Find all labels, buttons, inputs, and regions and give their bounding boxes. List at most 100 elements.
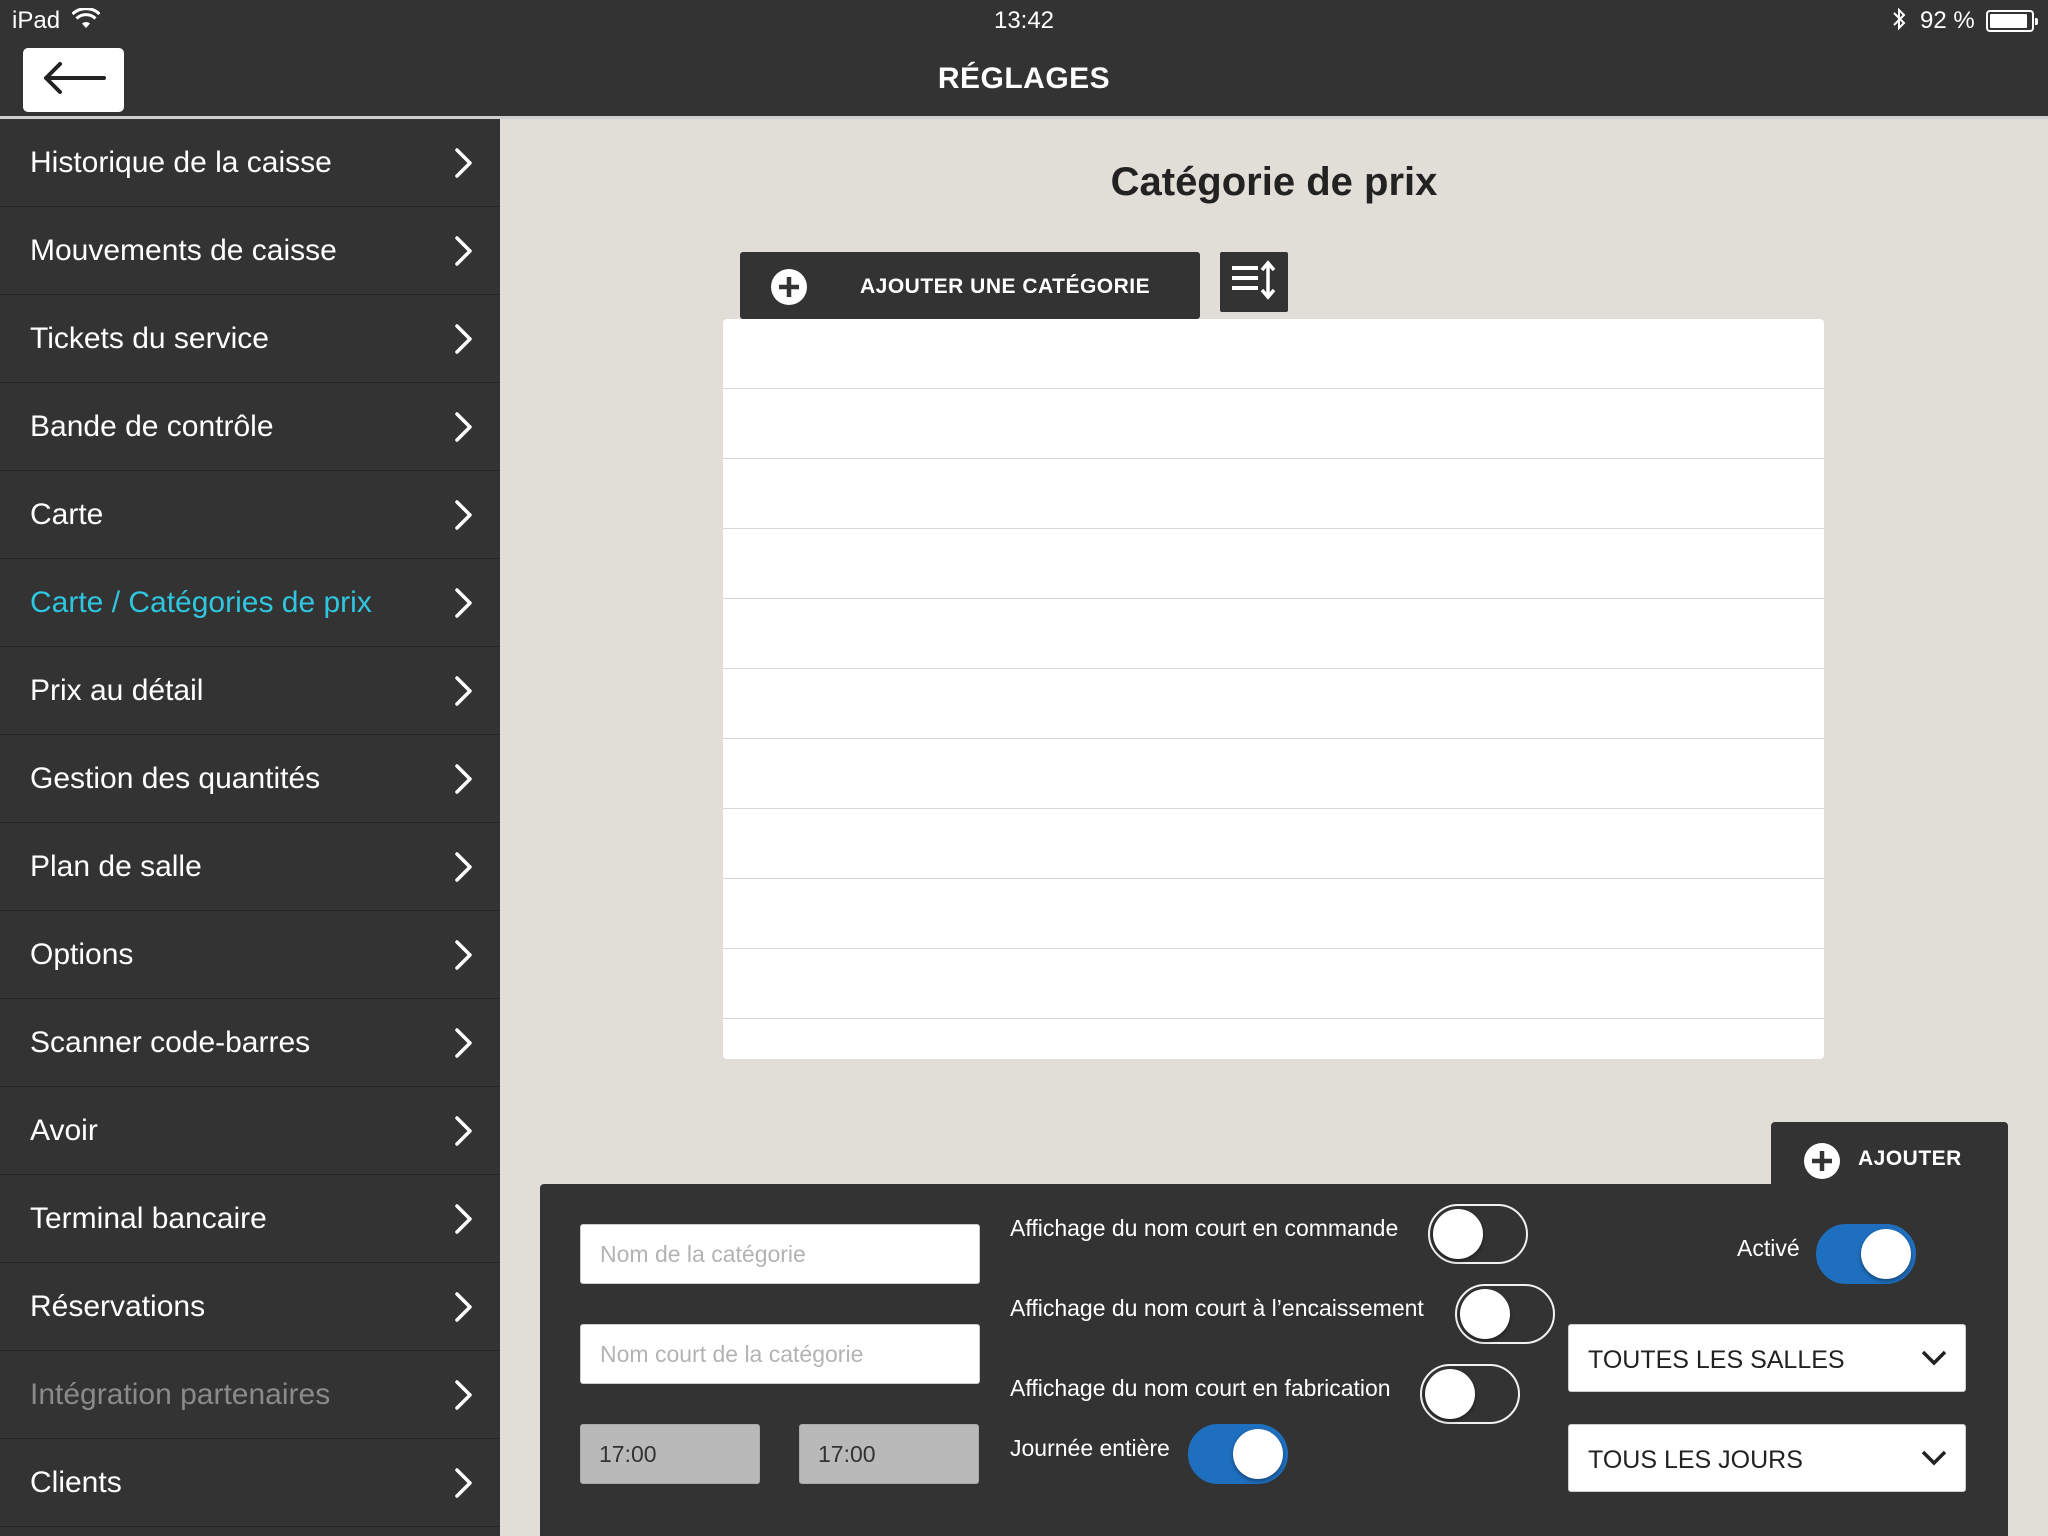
category-short-name-input[interactable] <box>580 1324 980 1384</box>
start-time-input[interactable] <box>580 1424 760 1484</box>
toggle-knob <box>1425 1369 1475 1419</box>
chevron-right-icon <box>454 1467 474 1504</box>
active-label: Activé <box>1737 1235 1800 1261</box>
sidebar-item-label: Carte / Catégories de prix <box>30 585 372 619</box>
full-day-toggle[interactable] <box>1188 1424 1288 1484</box>
toggle-knob <box>1460 1289 1510 1339</box>
chevron-down-icon <box>1921 1449 1947 1472</box>
sidebar-item-label: Avoir <box>30 1113 98 1147</box>
sidebar-item[interactable]: Carte / Catégories de prix <box>0 559 500 647</box>
list-item[interactable] <box>723 319 1824 389</box>
sidebar-item[interactable]: Prix au détail <box>0 647 500 735</box>
chevron-right-icon <box>454 1291 474 1328</box>
page-title: RÉGLAGES <box>937 62 1111 95</box>
list-item[interactable] <box>723 459 1824 529</box>
sidebar-item[interactable]: Carte <box>0 471 500 559</box>
rooms-select[interactable]: TOUTES LES SALLES <box>1568 1324 1966 1392</box>
short-name-kitchen-toggle[interactable] <box>1420 1364 1520 1424</box>
sidebar-item-label: Scanner code-barres <box>30 1025 311 1059</box>
plus-circle-icon <box>770 268 808 311</box>
chevron-right-icon <box>454 323 474 360</box>
add-button[interactable]: AJOUTER <box>1771 1122 2008 1188</box>
status-time: 13:42 <box>993 7 1055 34</box>
short-name-order-toggle[interactable] <box>1428 1204 1528 1264</box>
days-select-value: TOUS LES JOURS <box>1588 1446 1803 1474</box>
sort-button[interactable] <box>1220 252 1288 312</box>
sidebar-item[interactable]: Réservations <box>0 1263 500 1351</box>
sidebar-item-label: Options <box>30 937 134 971</box>
chevron-right-icon <box>454 1027 474 1064</box>
chevron-right-icon <box>454 851 474 888</box>
sidebar-item[interactable]: Mouvements de caisse <box>0 207 500 295</box>
sidebar-item-label: Prix au détail <box>30 673 204 707</box>
sidebar-item[interactable]: Bande de contrôle <box>0 383 500 471</box>
sidebar-item-label: Terminal bancaire <box>30 1201 267 1235</box>
sidebar-item[interactable]: Plan de salle <box>0 823 500 911</box>
list-item[interactable] <box>723 879 1824 949</box>
chevron-right-icon <box>454 939 474 976</box>
chevron-right-icon <box>454 1115 474 1152</box>
add-category-label: AJOUTER UNE CATÉGORIE <box>860 275 1151 298</box>
plus-circle-icon <box>1803 1142 1841 1185</box>
end-time-input[interactable] <box>799 1424 979 1484</box>
list-item[interactable] <box>723 389 1824 459</box>
days-select[interactable]: TOUS LES JOURS <box>1568 1424 1966 1492</box>
sidebar-item-label: Intégration partenaires <box>30 1377 331 1411</box>
toggle-knob <box>1433 1209 1483 1259</box>
chevron-right-icon <box>454 763 474 800</box>
bluetooth-icon <box>1891 7 1907 38</box>
chevron-right-icon <box>454 235 474 272</box>
chevron-right-icon <box>454 587 474 624</box>
chevron-down-icon <box>1921 1349 1947 1372</box>
category-list <box>723 319 1824 1059</box>
sort-icon <box>1230 259 1278 305</box>
sidebar-item-label: Carte <box>30 497 104 531</box>
status-bar: iPad 13:42 92 % <box>0 0 2048 40</box>
category-name-input[interactable] <box>580 1224 980 1284</box>
sidebar-item-label: Réservations <box>30 1289 206 1323</box>
add-category-button[interactable]: AJOUTER UNE CATÉGORIE <box>740 252 1200 319</box>
sidebar-item[interactable]: Options <box>0 911 500 999</box>
section-title: Catégorie de prix <box>1110 160 1438 204</box>
toggle-knob <box>1861 1229 1911 1279</box>
sidebar-item[interactable]: Gestion des quantités <box>0 735 500 823</box>
short-name-kitchen-label: Affichage du nom court en fabrication <box>1010 1375 1391 1401</box>
short-name-order-label: Affichage du nom court en commande <box>1010 1215 1399 1241</box>
chevron-right-icon <box>454 411 474 448</box>
list-item[interactable] <box>723 669 1824 739</box>
chevron-right-icon <box>454 499 474 536</box>
active-toggle[interactable] <box>1816 1224 1916 1284</box>
sidebar-item-label: Historique de la caisse <box>30 145 332 179</box>
sidebar-item-label: Clients <box>30 1465 122 1499</box>
sidebar-item[interactable]: Tickets du service <box>0 295 500 383</box>
list-item[interactable] <box>723 529 1824 599</box>
sidebar-item[interactable]: Terminal bancaire <box>0 1175 500 1263</box>
sidebar: Historique de la caisse Mouvements de ca… <box>0 119 500 1536</box>
top-bar: iPad 13:42 92 % RÉGLAGES <box>0 0 2048 119</box>
sidebar-item-label: Gestion des quantités <box>30 761 321 795</box>
sidebar-item[interactable]: Avoir <box>0 1087 500 1175</box>
sidebar-item-label: Mouvements de caisse <box>30 233 337 267</box>
sidebar-item-label: Tickets du service <box>30 321 269 355</box>
battery-icon <box>1986 10 2038 32</box>
battery-percent: 92 % <box>1920 7 1975 34</box>
list-item[interactable] <box>723 809 1824 879</box>
list-item[interactable] <box>723 599 1824 669</box>
chevron-right-icon <box>454 675 474 712</box>
sidebar-item[interactable]: Scanner code-barres <box>0 999 500 1087</box>
rooms-select-value: TOUTES LES SALLES <box>1588 1346 1845 1374</box>
sidebar-item-label: Plan de salle <box>30 849 202 883</box>
list-item[interactable] <box>723 949 1824 1019</box>
category-form: Affichage du nom court en commande Affic… <box>540 1184 2008 1536</box>
sidebar-item-label: Bande de contrôle <box>30 409 274 443</box>
chevron-right-icon <box>454 1379 474 1416</box>
short-name-checkout-toggle[interactable] <box>1455 1284 1555 1344</box>
sidebar-item[interactable]: Clients <box>0 1439 500 1527</box>
sidebar-item[interactable]: Historique de la caisse <box>0 119 500 207</box>
list-item[interactable] <box>723 739 1824 809</box>
chevron-right-icon <box>454 1203 474 1240</box>
toggle-knob <box>1233 1429 1283 1479</box>
sidebar-item[interactable]: Intégration partenaires <box>0 1351 500 1439</box>
full-day-label: Journée entière <box>1010 1435 1170 1461</box>
add-label: AJOUTER <box>1858 1147 1962 1170</box>
